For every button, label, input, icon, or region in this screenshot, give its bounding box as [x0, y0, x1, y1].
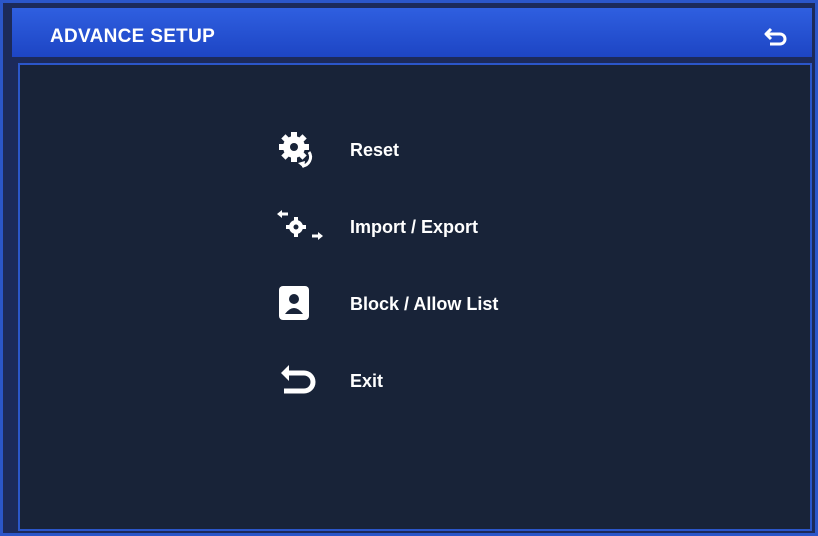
menu-item-label: Block / Allow List: [350, 294, 499, 314]
menu-item-exit[interactable]: Exit: [276, 359, 636, 403]
dialog-title: ADVANCE SETUP: [50, 26, 216, 47]
menu-item-reset[interactable]: Reset: [276, 128, 636, 172]
menu-item-label: Import / Export: [350, 217, 479, 237]
menu-item-label: Reset: [350, 140, 400, 160]
gear-transfer-icon: [277, 210, 323, 240]
dialog-frame: ADVANCE SETUP: [0, 0, 818, 536]
title-bar: ADVANCE SETUP: [12, 8, 812, 57]
return-arrow-icon: [764, 27, 787, 46]
menu-item-import-export[interactable]: Import / Export: [276, 205, 636, 249]
back-button[interactable]: [764, 23, 790, 49]
user-badge-icon: [279, 286, 309, 320]
menu-item-block-allow-list[interactable]: Block / Allow List: [276, 282, 636, 326]
gear-reset-icon: [279, 132, 313, 168]
menu-item-label: Exit: [350, 371, 384, 391]
return-arrow-icon: [281, 365, 316, 394]
